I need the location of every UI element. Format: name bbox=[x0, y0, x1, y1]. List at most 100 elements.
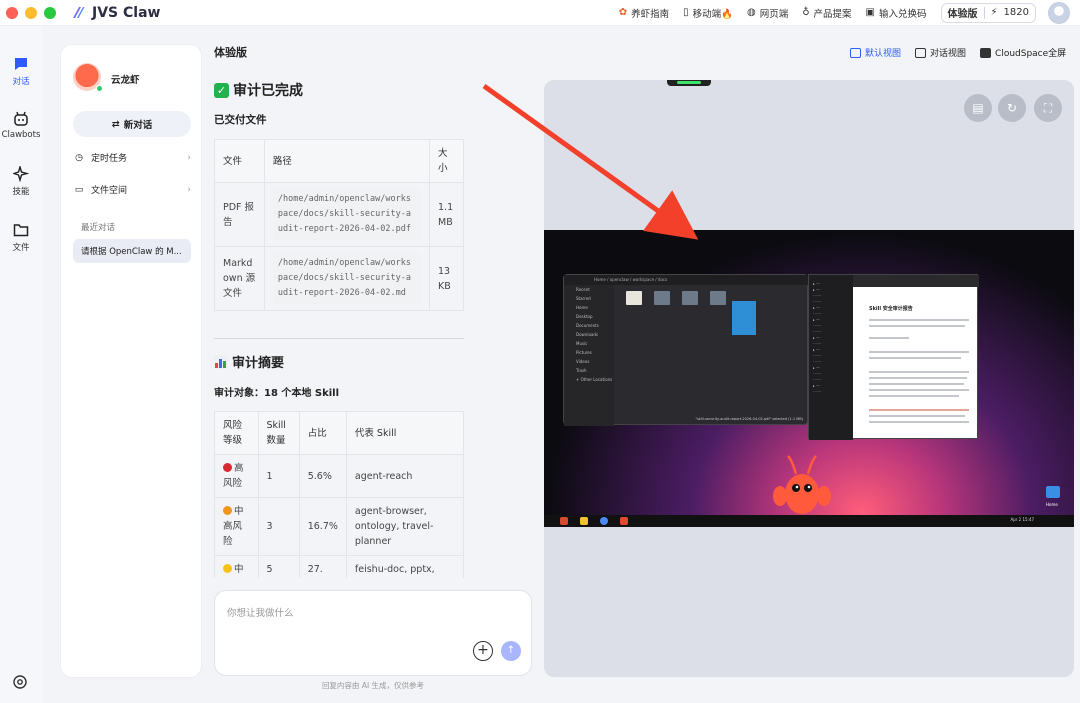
new-chat-button[interactable]: ⇄ 新对话 bbox=[73, 111, 191, 137]
sidebar-item[interactable]: Documents bbox=[564, 321, 614, 330]
home-folder-icon[interactable] bbox=[1046, 486, 1060, 498]
app-launcher-icon[interactable] bbox=[560, 517, 568, 525]
document-viewer-window[interactable]: ▸ ···· ▸ ···· · ····· · ····· ▸ ···· · ····· ▸… bbox=[808, 274, 979, 440]
conversation-sidebar: 云龙虾 ⇄ 新对话 ◷ 定时任务 › ▭ 文件空间 › 最近对话 请根据 Ope… bbox=[60, 44, 202, 678]
taskbar: Apr 2 15:47 bbox=[544, 515, 1074, 527]
sidebar-item[interactable]: Trash bbox=[564, 366, 614, 375]
new-chat-icon: ⇄ bbox=[111, 118, 120, 130]
sidebar-item[interactable]: Music bbox=[564, 339, 614, 348]
file-space-item[interactable]: ▭ 文件空间 › bbox=[73, 183, 191, 197]
sidebar-item[interactable]: Starred bbox=[564, 294, 614, 303]
ai-disclaimer: 回复内容由 AI 生成，仅供参考 bbox=[321, 681, 425, 690]
text-line bbox=[869, 383, 964, 385]
settings-icon[interactable] bbox=[12, 674, 28, 690]
sidebar-item[interactable]: Recent bbox=[564, 285, 614, 294]
file-icon[interactable] bbox=[626, 291, 642, 305]
open-folder-button[interactable]: ▤ bbox=[964, 94, 992, 122]
file-path[interactable]: /home/admin/openclaw/workspace/docs/skil… bbox=[272, 253, 421, 304]
cloudspace-fullscreen-button[interactable]: CloudSpace全屏 bbox=[980, 46, 1066, 59]
guide-link[interactable]: ✿ 养虾指南 bbox=[619, 6, 669, 20]
bot-name: 云龙虾 bbox=[111, 75, 140, 86]
sidebar-item[interactable]: Videos bbox=[564, 357, 614, 366]
file-manager-window[interactable]: Home / openclaw / workspace / docs Recen… bbox=[563, 274, 809, 426]
scheduled-tasks-item[interactable]: ◷ 定时任务 › bbox=[73, 151, 191, 165]
folder-icon bbox=[13, 224, 29, 237]
table-cell: 中高风险 bbox=[214, 497, 259, 556]
zoom-window-button[interactable] bbox=[44, 6, 56, 19]
table-row: 高风险 1 5.6% agent-reach bbox=[214, 454, 465, 498]
risk-dot-icon bbox=[223, 463, 232, 472]
sidebar-item[interactable]: + Other Locations bbox=[564, 375, 614, 384]
check-mark-icon: ✓ bbox=[214, 82, 229, 98]
table-cell: agent-reach bbox=[345, 454, 465, 498]
sidebar-item[interactable]: Pictures bbox=[564, 348, 614, 357]
remote-desktop[interactable]: Home / openclaw / workspace / docs Recen… bbox=[544, 230, 1074, 527]
clock-icon: ◷ bbox=[75, 152, 83, 163]
message-composer[interactable]: 你想让我做什么 + ↑ bbox=[214, 590, 532, 676]
sidebar-item[interactable]: Downloads bbox=[564, 330, 614, 339]
table-header: 代表 Skill bbox=[345, 411, 465, 455]
fullscreen-button[interactable]: ⛶ bbox=[1034, 94, 1062, 122]
annotation-arrow-icon bbox=[482, 83, 699, 240]
table-cell: PDF 报告 bbox=[214, 182, 265, 247]
table-header: 大小 bbox=[429, 139, 464, 183]
risk-dot-icon bbox=[223, 506, 232, 515]
file-manager-sidebar: Recent Starred Home Desktop Documents Do… bbox=[564, 285, 614, 426]
bar-chart-icon bbox=[214, 354, 228, 369]
table-row: 中高风险 3 16.7% agent-browser, ontology, tr… bbox=[214, 497, 465, 556]
table-cell: Markdown 源文件 bbox=[214, 246, 265, 311]
app-logo: JVS Claw bbox=[70, 5, 160, 21]
recent-conversation-item[interactable]: 请根据 OpenClaw 的 M... bbox=[73, 239, 191, 263]
text-line bbox=[869, 409, 969, 411]
audit-target-text: 审计对象：18 个本地 Skill bbox=[214, 388, 340, 399]
app-name: JVS Claw bbox=[92, 4, 161, 21]
refresh-button[interactable]: ↻ bbox=[998, 94, 1026, 122]
table-cell: 中 bbox=[214, 555, 259, 578]
user-avatar[interactable] bbox=[1048, 1, 1070, 24]
redeem-link[interactable]: ▣ 输入兑换码 bbox=[866, 6, 927, 20]
lightbulb-icon: ♁ bbox=[802, 7, 810, 18]
close-window-button[interactable] bbox=[6, 6, 18, 19]
add-attachment-button[interactable]: + bbox=[473, 641, 493, 661]
file-icon[interactable] bbox=[710, 291, 726, 305]
table-cell: /home/admin/openclaw/workspace/docs/skil… bbox=[263, 246, 431, 311]
table-header-row: 文件 路径 大小 bbox=[214, 139, 464, 183]
table-header: 占比 bbox=[298, 411, 347, 455]
text-line bbox=[869, 357, 961, 359]
tier-label: 体验版 bbox=[947, 9, 978, 20]
send-button[interactable]: ↑ bbox=[501, 641, 521, 661]
sparkle-icon bbox=[13, 166, 29, 182]
mobile-link[interactable]: ▯ 移动端🔥 bbox=[683, 6, 733, 20]
table-cell: 3 bbox=[257, 497, 300, 556]
rail-item-clawbots[interactable]: Clawbots bbox=[0, 111, 42, 140]
file-icon[interactable] bbox=[654, 291, 670, 305]
selected-file-icon[interactable] bbox=[732, 301, 756, 335]
chrome-icon[interactable] bbox=[600, 517, 608, 525]
table-header: 文件 bbox=[214, 139, 265, 183]
table-header: Skill 数量 bbox=[257, 411, 300, 455]
delivered-files-table: 文件 路径 大小 PDF 报告 /home/admin/openclaw/wor… bbox=[214, 139, 464, 311]
table-cell: feishu-doc, pptx, bbox=[345, 555, 465, 578]
files-app-icon[interactable] bbox=[580, 517, 588, 525]
file-path[interactable]: /home/admin/openclaw/workspace/docs/skil… bbox=[272, 189, 421, 240]
minimize-window-button[interactable] bbox=[25, 6, 37, 19]
mobile-icon: ▯ bbox=[683, 7, 689, 18]
file-manager-path: Home / openclaw / workspace / docs bbox=[564, 275, 809, 285]
file-icon[interactable] bbox=[682, 291, 698, 305]
rail-item-files[interactable]: 文件 bbox=[0, 222, 42, 253]
tier-credits-box[interactable]: 体验版 ⚡ 1820 bbox=[940, 2, 1036, 23]
table-cell: agent-browser, ontology, travel-planner bbox=[345, 497, 465, 556]
credits-count: 1820 bbox=[1003, 7, 1029, 18]
message-input[interactable]: 你想让我做什么 bbox=[227, 605, 294, 619]
terminal-icon[interactable] bbox=[620, 517, 628, 525]
proposal-link[interactable]: ♁ 产品提案 bbox=[802, 6, 851, 20]
rail-item-skills[interactable]: 技能 bbox=[0, 166, 42, 197]
chevron-right-icon: › bbox=[187, 184, 191, 195]
sidebar-item[interactable]: Desktop bbox=[564, 312, 614, 321]
rail-item-chat[interactable]: 对话 bbox=[0, 56, 42, 87]
web-link[interactable]: ◍ 网页端 bbox=[747, 6, 788, 20]
default-view-button[interactable]: 默认视图 bbox=[850, 46, 901, 59]
chat-view-button[interactable]: 对话视图 bbox=[915, 46, 966, 59]
file-manager-status: "skill-security-audit-report-2026-04-02.… bbox=[695, 417, 803, 421]
sidebar-item[interactable]: Home bbox=[564, 303, 614, 312]
